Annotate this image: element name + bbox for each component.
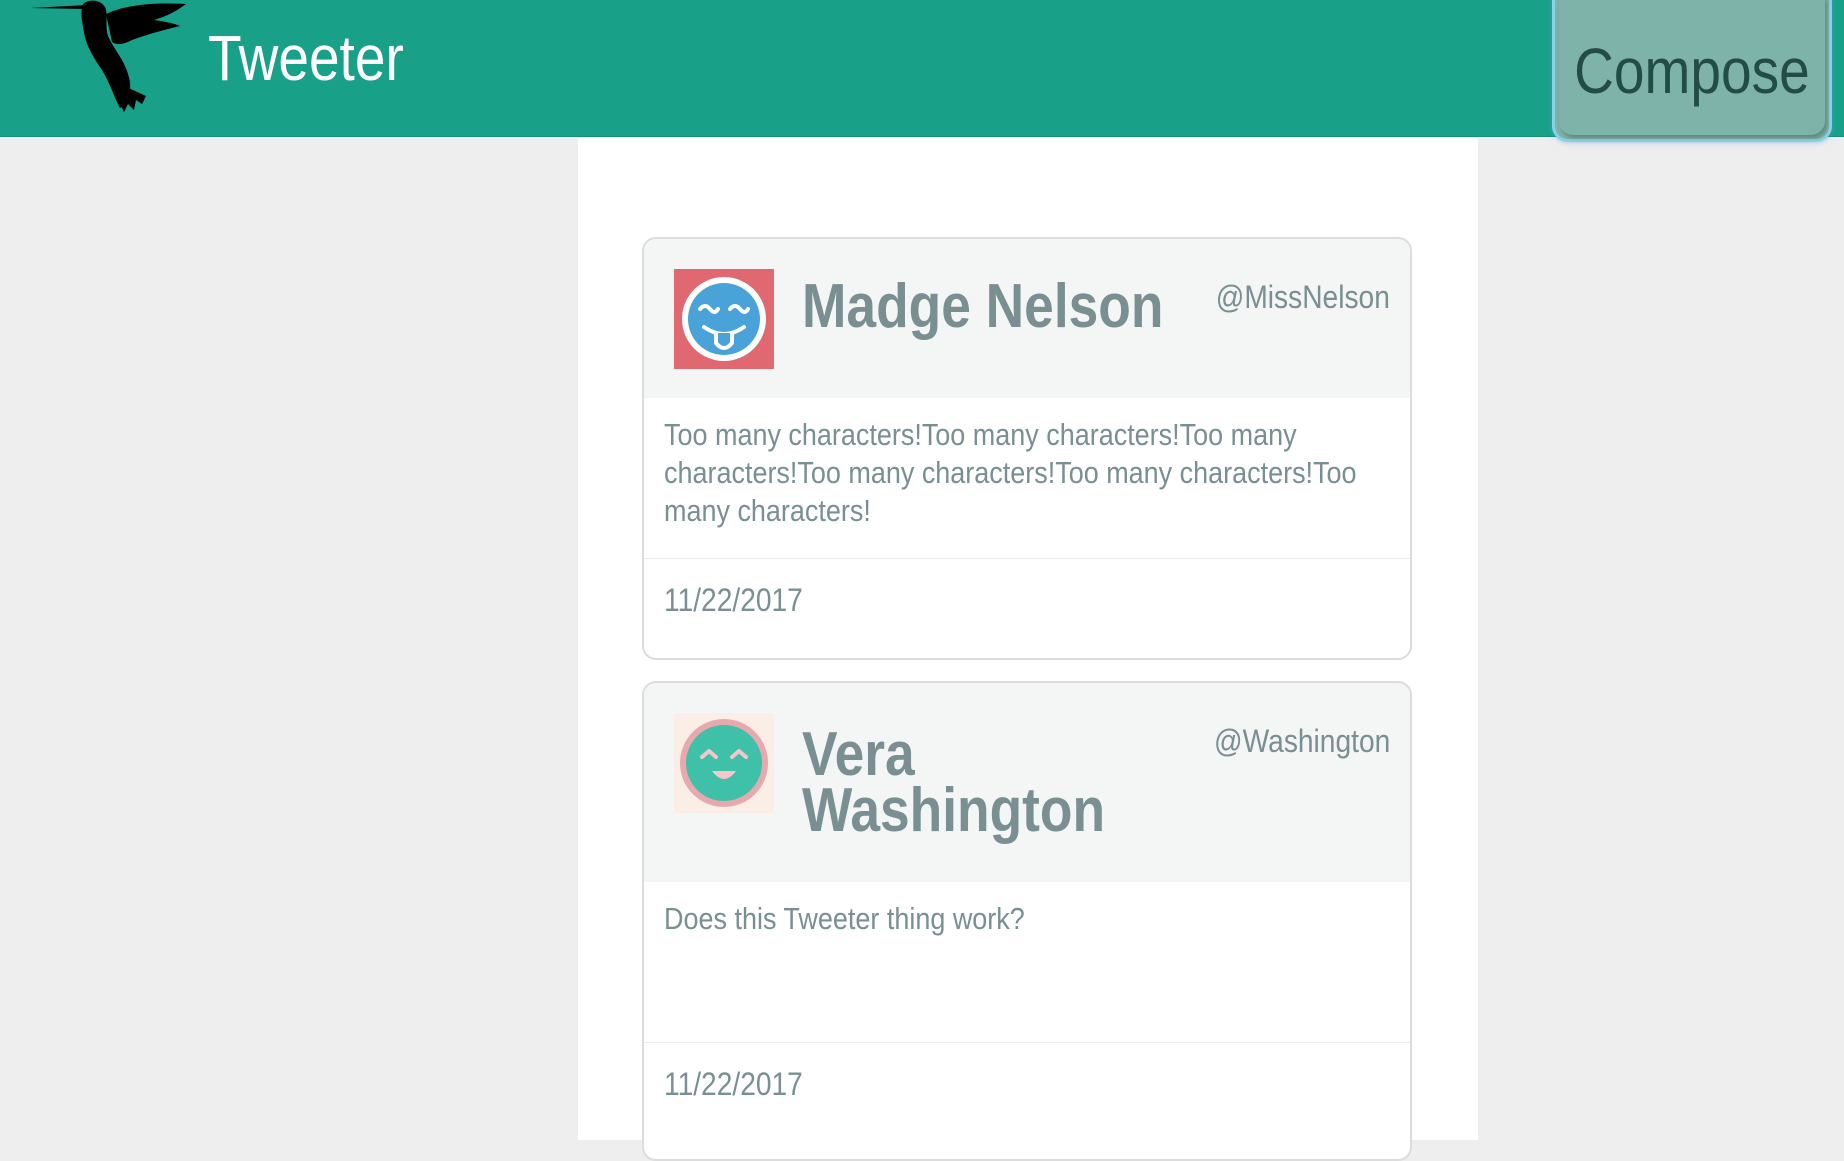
tweet-card: Vera Washington @Washington Does this Tw…	[642, 681, 1412, 1161]
smiling-face-icon	[674, 713, 774, 813]
tweet-header: Madge Nelson @MissNelson	[644, 239, 1410, 398]
tweet-date: 11/22/2017	[664, 582, 803, 618]
tweet-author-handle: @Washington	[1213, 723, 1390, 759]
tweet-text-container: Too many characters!Too many characters!…	[644, 398, 1410, 558]
tweet-date: 11/22/2017	[664, 1066, 803, 1102]
tweet-author-name: Vera Washington	[802, 720, 1106, 845]
hummingbird-logo-icon	[30, 0, 186, 112]
nav-bar: Tweeter Compose	[0, 0, 1844, 142]
tweet-author-handle: @MissNelson	[1215, 279, 1390, 315]
tweet-footer: 11/22/2017	[644, 558, 1410, 658]
brand-title[interactable]: Tweeter	[208, 22, 404, 94]
compose-button-label: Compose	[1574, 35, 1810, 107]
tongue-out-face-icon	[674, 269, 774, 369]
tweet-author-name: Madge Nelson	[802, 272, 1164, 341]
tweet-header: Vera Washington @Washington	[644, 683, 1410, 882]
tweet-text: Does this Tweeter thing work?	[664, 901, 1025, 936]
tweet-text: Too many characters!Too many characters!…	[664, 417, 1357, 528]
compose-button[interactable]: Compose	[1552, 0, 1832, 142]
tweet-card: Madge Nelson @MissNelson Too many charac…	[642, 237, 1412, 660]
tweet-feed: Madge Nelson @MissNelson Too many charac…	[578, 138, 1478, 1161]
tweet-footer: 11/22/2017	[644, 1042, 1410, 1142]
tweet-text-container: Does this Tweeter thing work?	[644, 882, 1410, 1042]
